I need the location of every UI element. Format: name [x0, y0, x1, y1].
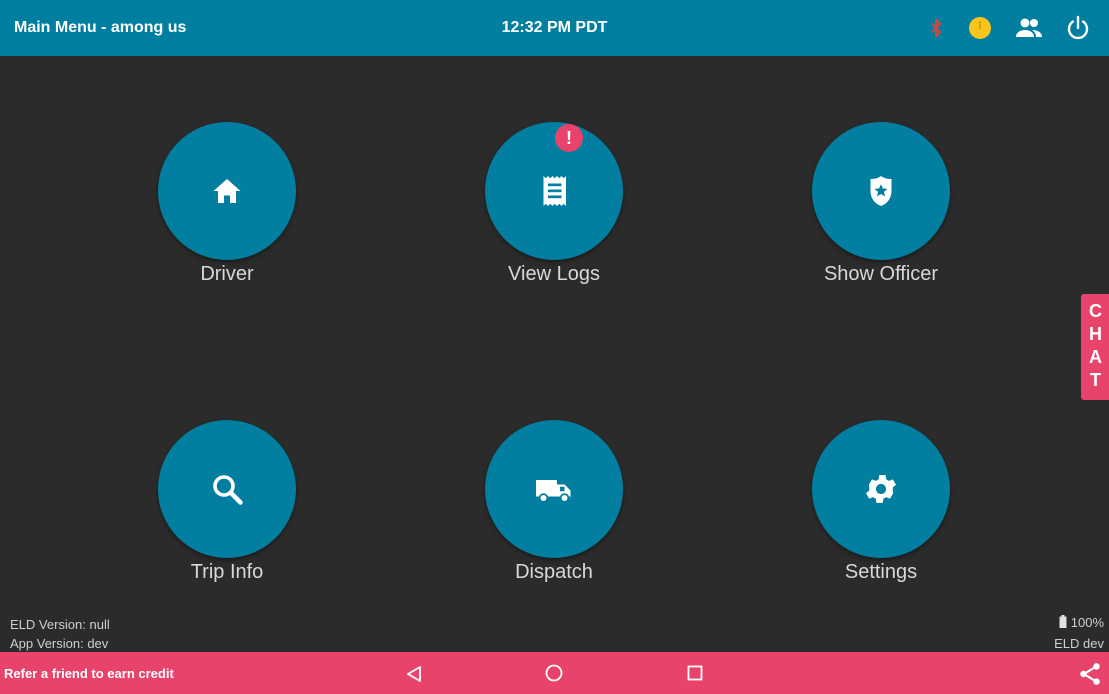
status-dot-icon[interactable]	[968, 16, 992, 45]
view-logs-button[interactable]	[485, 122, 623, 260]
search-icon	[213, 475, 243, 505]
app-header: Main Menu - among us 12:32 PM PDT	[0, 0, 1109, 56]
refer-link[interactable]: Refer a friend to earn credit	[4, 666, 174, 681]
officer-badge-icon	[870, 176, 892, 206]
show-officer-button[interactable]	[812, 122, 950, 260]
app-version: App Version: dev	[10, 636, 109, 651]
tile-driver[interactable]: Driver	[127, 122, 327, 302]
bottom-bar: Refer a friend to earn credit	[0, 652, 1109, 694]
eld-version: ELD Version: null	[10, 617, 110, 632]
people-icon[interactable]	[1015, 16, 1043, 45]
tile-view-logs[interactable]: ! View Logs	[454, 122, 654, 302]
tile-label: Driver	[200, 263, 254, 285]
tile-label: Trip Info	[190, 561, 264, 583]
gear-icon	[865, 475, 897, 503]
home-nav-icon[interactable]	[545, 664, 563, 687]
logs-icon	[543, 176, 566, 206]
truck-icon	[536, 480, 571, 503]
home-icon	[213, 179, 241, 203]
battery-icon	[1059, 615, 1067, 628]
trip-info-button[interactable]	[158, 420, 296, 558]
tile-label: Settings	[844, 561, 918, 583]
tile-trip-info[interactable]: Trip Info	[127, 420, 327, 600]
driver-button[interactable]	[158, 122, 296, 260]
back-icon[interactable]	[406, 665, 422, 688]
battery-level: 100%	[1070, 615, 1104, 630]
power-icon[interactable]	[1066, 15, 1090, 46]
dispatch-button[interactable]	[485, 420, 623, 558]
tile-label: View Logs	[508, 263, 600, 285]
bluetooth-icon[interactable]	[926, 17, 946, 44]
tile-settings[interactable]: Settings	[781, 420, 981, 600]
eld-mode: ELD dev	[1054, 636, 1104, 651]
tile-label: Dispatch	[515, 561, 593, 583]
battery-status: 100%	[1059, 615, 1104, 630]
tile-show-officer[interactable]: Show Officer	[781, 122, 981, 302]
settings-button[interactable]	[812, 420, 950, 558]
alert-badge: !	[555, 124, 583, 152]
tile-label: Show Officer	[823, 263, 939, 285]
recents-icon[interactable]	[687, 665, 703, 686]
tile-dispatch[interactable]: Dispatch	[454, 420, 654, 600]
chat-tab[interactable]: CHAT	[1081, 294, 1109, 400]
share-icon[interactable]	[1077, 661, 1103, 692]
